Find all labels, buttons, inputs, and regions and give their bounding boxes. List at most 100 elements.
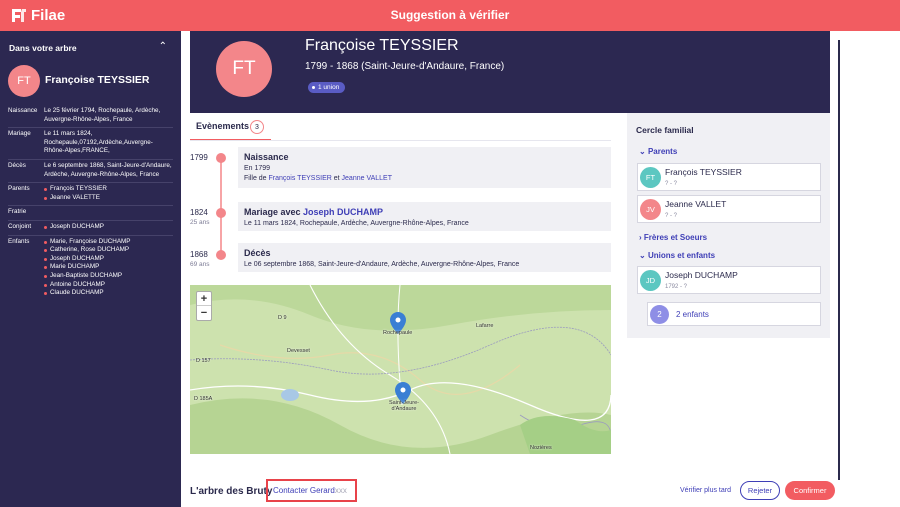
zoom-in-button[interactable]: + bbox=[197, 292, 211, 306]
event-age: 25 ans bbox=[190, 219, 210, 226]
mother-link[interactable]: Jeanne VALLET bbox=[342, 175, 392, 182]
person-header: FT Françoise TEYSSIER 1799 - 1868 (Saint… bbox=[190, 31, 830, 113]
list-item: Jeanne VALETTE bbox=[44, 194, 173, 203]
parents-list: François TEYSSIER Jeanne VALETTE bbox=[44, 185, 173, 202]
row-value bbox=[44, 208, 173, 217]
map-label: Lafarre bbox=[476, 323, 494, 329]
tab-label: Evènements bbox=[196, 121, 250, 131]
contact-suffix: xxx bbox=[334, 486, 347, 495]
parent-card[interactable]: JV Jeanne VALLET ? - ? bbox=[637, 195, 821, 223]
badge-label: 1 union bbox=[318, 84, 340, 91]
death-row: Décès Le 6 septembre 1868, Saint-Jeure-d… bbox=[8, 160, 173, 184]
contact-link[interactable]: Contacter Gerardxxx bbox=[273, 486, 347, 495]
tab-events[interactable]: Evènements 3 bbox=[190, 113, 271, 141]
person-details: Naissance Le 25 février 1794, Rochepaule… bbox=[8, 105, 173, 301]
text: Mariage avec bbox=[244, 207, 304, 217]
spouse-card[interactable]: JD Joseph DUCHAMP 1792 - ? bbox=[637, 266, 821, 294]
event-detail: Le 06 septembre 1868, Saint-Jeure-d'Anda… bbox=[244, 261, 520, 268]
text: et bbox=[331, 175, 342, 182]
avatar: JV bbox=[640, 199, 661, 220]
parents-toggle[interactable]: ⌄ Parents bbox=[639, 147, 677, 156]
map-label: D 157 bbox=[196, 358, 211, 364]
map-label: Saint-Jeure-d'Andaure bbox=[389, 400, 419, 412]
event-year: 1824 bbox=[190, 208, 208, 217]
events-map[interactable]: + − D 9 Rochepaule Lafarre Devesset D 15… bbox=[190, 285, 611, 454]
avatar: FT bbox=[8, 65, 40, 97]
spouse-dates: 1792 - ? bbox=[665, 284, 688, 290]
avatar: JD bbox=[640, 270, 661, 291]
map-label: Rochepaule bbox=[383, 330, 413, 336]
divider bbox=[190, 140, 611, 141]
event-year: 1799 bbox=[190, 153, 208, 162]
unions-toggle[interactable]: ⌄ Unions et enfants bbox=[639, 251, 715, 260]
event-title: Naissance bbox=[244, 152, 289, 162]
spouse-row: Conjoint Joseph DUCHAMP bbox=[8, 221, 173, 236]
spouse-name: Joseph DUCHAMP bbox=[665, 270, 738, 280]
family-circle-panel: Cercle familial ⌄ Parents FT François TE… bbox=[627, 113, 830, 338]
event-death: Décès Le 06 septembre 1868, Saint-Jeure-… bbox=[238, 243, 611, 272]
row-label: Mariage bbox=[8, 130, 31, 138]
person-name: Françoise TEYSSIER bbox=[305, 37, 459, 54]
row-label: Décès bbox=[8, 161, 26, 169]
scrollbar[interactable] bbox=[838, 40, 840, 480]
dot-icon bbox=[312, 85, 315, 89]
children-row: Enfants Marie, Françoise DUCHAMP Catheri… bbox=[8, 236, 173, 301]
row-value: Le 11 mars 1824, Rochepaule,07192,Ardèch… bbox=[44, 130, 153, 155]
panel-title: Cercle familial bbox=[636, 125, 694, 135]
event-age: 69 ans bbox=[190, 261, 210, 268]
timeline-dot bbox=[216, 250, 226, 260]
reject-button[interactable]: Rejeter bbox=[740, 481, 780, 500]
text: Fille de bbox=[244, 175, 269, 182]
list-item: Joseph DUCHAMP bbox=[44, 223, 173, 232]
top-bar: Filae Suggestion à vérifier bbox=[0, 0, 900, 31]
tree-sidebar: Dans votre arbre ⌃ FT Françoise TEYSSIER… bbox=[0, 31, 181, 507]
list-item: Antoine DUCHAMP bbox=[44, 281, 173, 290]
children-card[interactable]: 2 2 enfants bbox=[647, 302, 821, 326]
list-item: Joseph DUCHAMP bbox=[44, 255, 173, 264]
parent-dates: ? - ? bbox=[665, 181, 678, 187]
siblings-toggle[interactable]: › Frères et Soeurs bbox=[639, 233, 707, 242]
section-label: Frères et Soeurs bbox=[643, 233, 708, 242]
event-year: 1868 bbox=[190, 250, 208, 259]
contact-label: Contacter Gerard bbox=[273, 486, 335, 495]
verify-later-link[interactable]: Vérifier plus tard bbox=[680, 487, 731, 494]
father-link[interactable]: François TEYSSIER bbox=[269, 175, 332, 182]
person-dates: 1799 - 1868 (Saint-Jeure-d'Andaure, Fran… bbox=[305, 61, 505, 72]
list-item: François TEYSSIER bbox=[44, 185, 173, 194]
event-birth: Naissance En 1799 Fille de François TEYS… bbox=[238, 147, 611, 188]
map-label: D 185A bbox=[194, 396, 213, 402]
children-label: 2 enfants bbox=[676, 310, 709, 319]
avatar: FT bbox=[216, 41, 272, 97]
map-label: Nozières bbox=[530, 445, 552, 451]
map-label: Devesset bbox=[287, 348, 310, 354]
children-count: 2 bbox=[650, 305, 669, 324]
timeline-dot bbox=[216, 208, 226, 218]
event-detail: Le 11 mars 1824, Rochepaule, Ardèche, Au… bbox=[244, 220, 469, 227]
siblings-row: Fratrie bbox=[8, 206, 173, 221]
parent-dates: ? - ? bbox=[665, 213, 678, 219]
parent-card[interactable]: FT François TEYSSIER ? - ? bbox=[637, 163, 821, 191]
parent-name: François TEYSSIER bbox=[665, 167, 742, 177]
map-terrain bbox=[190, 285, 611, 454]
timeline-dot bbox=[216, 153, 226, 163]
event-title: Décès bbox=[244, 248, 271, 258]
map-zoom-control: + − bbox=[196, 291, 212, 321]
sidebar-person-name: Françoise TEYSSIER bbox=[45, 74, 150, 86]
birth-row: Naissance Le 25 février 1794, Rochepaule… bbox=[8, 105, 173, 129]
row-label: Naissance bbox=[8, 107, 38, 114]
page-title: Suggestion à vérifier bbox=[390, 8, 510, 22]
event-title: Mariage avec Joseph DUCHAMP bbox=[244, 207, 605, 217]
list-item: Catherine, Rose DUCHAMP bbox=[44, 246, 173, 255]
chevron-right-icon: › bbox=[639, 233, 642, 242]
row-value: Le 25 février 1794, Rochepaule, Ardèche,… bbox=[44, 107, 161, 123]
chevron-up-icon[interactable]: ⌃ bbox=[159, 41, 167, 52]
row-label: Conjoint bbox=[8, 222, 32, 230]
parent-name: Jeanne VALLET bbox=[665, 199, 727, 209]
confirm-button[interactable]: Confirmer bbox=[785, 481, 835, 500]
spouse-link[interactable]: Joseph DUCHAMP bbox=[303, 207, 383, 217]
list-item: Marie DUCHAMP bbox=[44, 263, 173, 272]
section-label: Unions et enfants bbox=[647, 251, 716, 260]
list-item: Jean-Baptiste DUCHAMP bbox=[44, 272, 173, 281]
zoom-out-button[interactable]: − bbox=[197, 306, 211, 320]
spouse-list: Joseph DUCHAMP bbox=[44, 223, 173, 232]
